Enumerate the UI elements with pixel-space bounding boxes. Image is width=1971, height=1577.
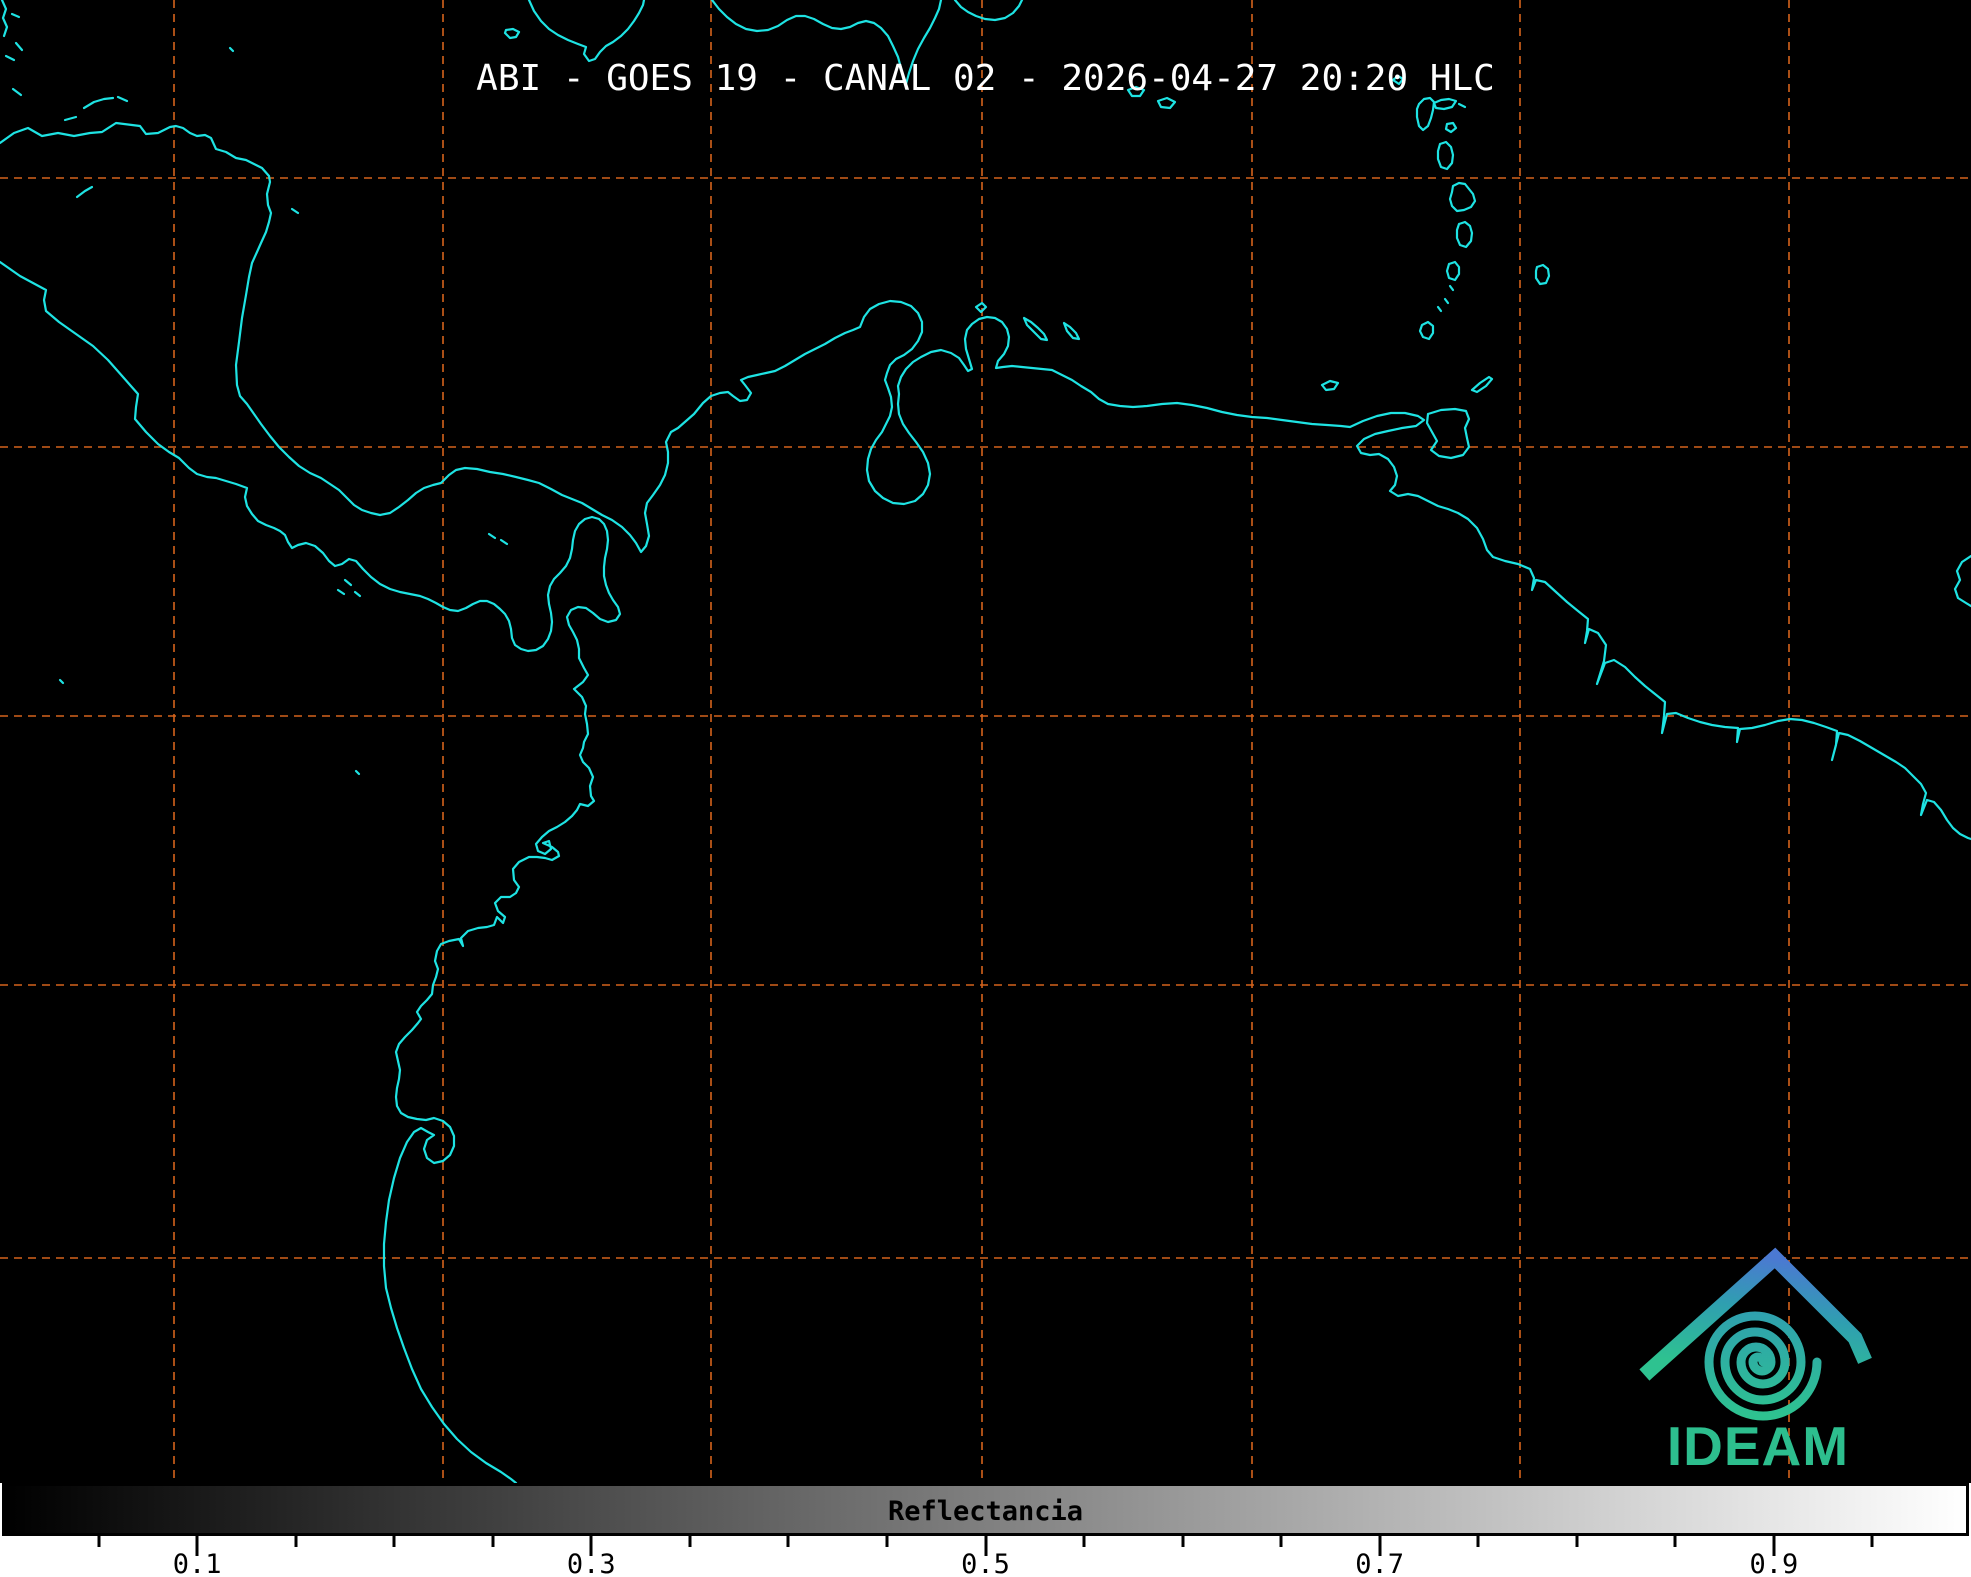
colorbar-area: Reflectancia 0.1 0.3 0.5 0.7 0.9 — [0, 1483, 1971, 1577]
colorbar-tick-label: 0.3 — [567, 1549, 616, 1577]
coastline — [955, 0, 1022, 20]
colorbar-gradient: Reflectancia — [2, 1483, 1969, 1536]
colorbar-minor-tick — [393, 1536, 396, 1547]
coastline — [1427, 409, 1469, 458]
colorbar-minor-tick — [1083, 1536, 1086, 1547]
coastline — [84, 98, 113, 108]
coastline — [2, 0, 7, 36]
coastline — [292, 209, 298, 213]
coastline — [1064, 323, 1079, 339]
coastline — [1434, 99, 1456, 109]
coastline — [345, 580, 351, 585]
coastline — [65, 117, 76, 120]
coastline — [1438, 142, 1453, 169]
coastline — [16, 43, 22, 50]
coastline — [0, 262, 620, 1483]
coastline — [355, 592, 360, 596]
coastline — [489, 534, 495, 538]
colorbar-tick-label: 0.7 — [1355, 1549, 1404, 1577]
colorbar-tick-label: 0.9 — [1750, 1549, 1799, 1577]
coastline — [12, 14, 19, 17]
colorbar-minor-tick — [1181, 1536, 1184, 1547]
coastline — [1459, 104, 1465, 107]
coastline — [501, 540, 507, 544]
coastline — [1472, 377, 1492, 392]
logo-text: IDEAM — [1667, 1415, 1849, 1477]
coastline — [529, 0, 644, 61]
colorbar-minor-tick — [1674, 1536, 1677, 1547]
coastline — [6, 56, 14, 60]
colorbar-minor-tick — [1871, 1536, 1874, 1547]
coastline — [1450, 286, 1453, 290]
ideam-logo: IDEAM — [1620, 1230, 1920, 1480]
colorbar-minor-tick — [688, 1536, 691, 1547]
image-title: ABI - GOES 19 - CANAL 02 - 2026-04-27 20… — [476, 58, 1495, 99]
logo-spiral-icon — [1709, 1316, 1817, 1416]
colorbar-minor-tick — [1575, 1536, 1578, 1547]
colorbar-tick-label: 0.1 — [173, 1549, 222, 1577]
coastline — [1024, 318, 1047, 340]
colorbar-minor-tick — [294, 1536, 297, 1547]
coastline — [505, 29, 519, 38]
coastline — [60, 680, 63, 683]
colorbar-minor-tick — [97, 1536, 100, 1547]
coastline — [0, 123, 1971, 839]
coastline — [1446, 123, 1456, 132]
coastline — [13, 89, 21, 95]
coastline — [1322, 381, 1338, 390]
coastline — [1450, 183, 1475, 211]
coastline — [230, 48, 233, 51]
colorbar-minor-tick — [491, 1536, 494, 1547]
coastline — [1158, 98, 1175, 108]
satellite-map-area: ABI - GOES 19 - CANAL 02 - 2026-04-27 20… — [0, 0, 1971, 1483]
coastline — [1420, 322, 1433, 339]
coastline — [1445, 299, 1448, 303]
coastline — [976, 303, 986, 312]
coastline — [1438, 307, 1441, 311]
colorbar-minor-tick — [787, 1536, 790, 1547]
goes-satellite-product: ABI - GOES 19 - CANAL 02 - 2026-04-27 20… — [0, 0, 1971, 1577]
coastline — [356, 771, 359, 774]
coastline — [1447, 262, 1459, 280]
coastline — [77, 187, 92, 197]
colorbar-minor-tick — [1477, 1536, 1480, 1547]
coastline — [1417, 98, 1434, 130]
coastline — [118, 97, 127, 101]
colorbar-tick-label: 0.5 — [961, 1549, 1010, 1577]
colorbar-minor-tick — [1280, 1536, 1283, 1547]
coastline — [338, 590, 344, 594]
coastline — [1955, 556, 1971, 606]
coastline — [1457, 222, 1472, 247]
coastline — [1536, 265, 1549, 284]
colorbar-minor-tick — [885, 1536, 888, 1547]
colorbar-label: Reflectancia — [5, 1496, 1966, 1527]
